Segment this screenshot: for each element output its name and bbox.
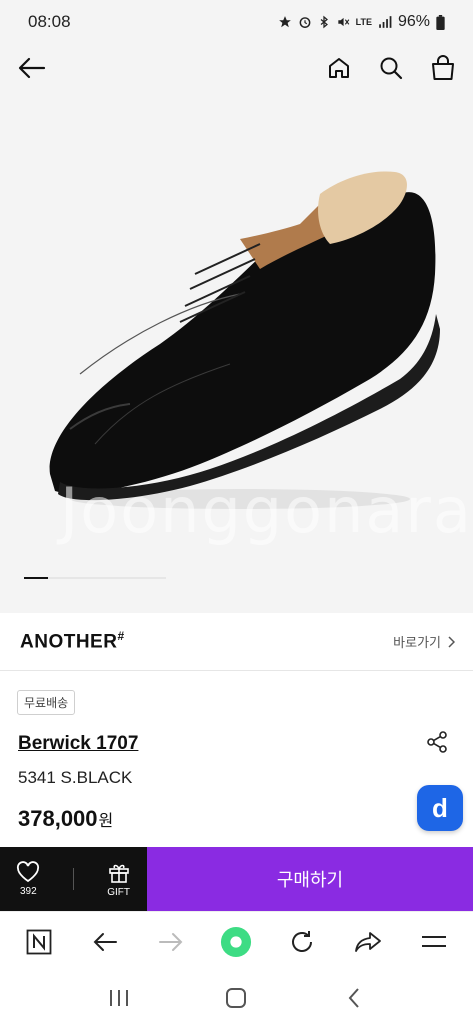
browser-share-button[interactable] (352, 926, 384, 958)
status-icons: LTE 96% (278, 13, 445, 31)
gift-icon (108, 864, 129, 883)
brand-link[interactable]: 바로가기 (393, 632, 455, 651)
product-title[interactable]: Berwick 1707 (18, 733, 138, 755)
menu-icon (421, 935, 446, 947)
bluetooth-icon (320, 15, 328, 29)
battery-icon (436, 14, 445, 30)
brand-suffix: # (117, 629, 125, 644)
heart-icon (17, 861, 40, 883)
browser-menu-button[interactable] (418, 926, 450, 958)
home-nav-icon (226, 987, 247, 1008)
brand-name-text: ANOTHER (20, 631, 118, 653)
brand-name: ANOTHER# (20, 629, 125, 653)
star-icon (278, 16, 291, 28)
status-time: 08:08 (28, 12, 71, 31)
brand-row[interactable]: ANOTHER# 바로가기 (0, 613, 473, 671)
price-value: 378,000 (18, 806, 98, 831)
refresh-icon (292, 930, 313, 952)
network-type: LTE (355, 17, 372, 27)
back-nav-button[interactable] (338, 982, 370, 1014)
gift-button[interactable]: GIFT (107, 860, 131, 898)
action-divider (72, 868, 74, 890)
browser-green-button[interactable] (220, 926, 252, 958)
system-nav-bar (0, 971, 473, 1024)
alarm-icon (299, 17, 311, 28)
product-subtitle: 5341 S.BLACK (18, 768, 133, 787)
browser-forward-icon (158, 932, 183, 951)
signal-icon (379, 16, 392, 28)
back-nav-icon (348, 987, 359, 1008)
battery-percent: 96% (397, 13, 430, 30)
gift-label: GIFT (107, 887, 131, 898)
refresh-button[interactable] (286, 926, 318, 958)
browser-back-button[interactable] (89, 926, 121, 958)
product-price: 378,000원 (18, 806, 113, 832)
product-image-carousel[interactable]: Joonggonara (0, 44, 473, 613)
watermark: Joonggonara (60, 474, 473, 547)
home-nav-button[interactable] (220, 982, 252, 1014)
image-pager (24, 577, 166, 579)
status-bar: 08:08 LTE 96% (0, 0, 473, 44)
share-arrow-icon (355, 931, 382, 952)
pager-active-indicator (24, 577, 48, 579)
action-left: 392 GIFT (0, 847, 147, 911)
browser-back-icon (93, 932, 117, 951)
n-logo-icon (26, 929, 52, 954)
recent-apps-button[interactable] (103, 982, 135, 1014)
recent-apps-icon (109, 989, 128, 1006)
like-button[interactable]: 392 (16, 861, 40, 897)
chevron-right-icon (448, 635, 455, 648)
browser-forward-button[interactable] (155, 926, 187, 958)
d-floating-badge[interactable]: d (417, 785, 463, 831)
price-currency: 원 (98, 813, 114, 830)
brand-link-label: 바로가기 (393, 635, 441, 650)
share-button[interactable] (425, 730, 449, 759)
buy-button[interactable]: 구매하기 (147, 847, 473, 911)
green-circle-icon (221, 926, 252, 957)
naver-home-button[interactable] (23, 926, 55, 958)
like-count: 392 (19, 886, 37, 897)
mute-icon (337, 17, 349, 27)
share-icon (427, 731, 447, 753)
action-bar: 392 GIFT 구매하기 (0, 847, 473, 911)
browser-toolbar (0, 911, 473, 971)
free-shipping-tag: 무료배송 (17, 690, 76, 715)
